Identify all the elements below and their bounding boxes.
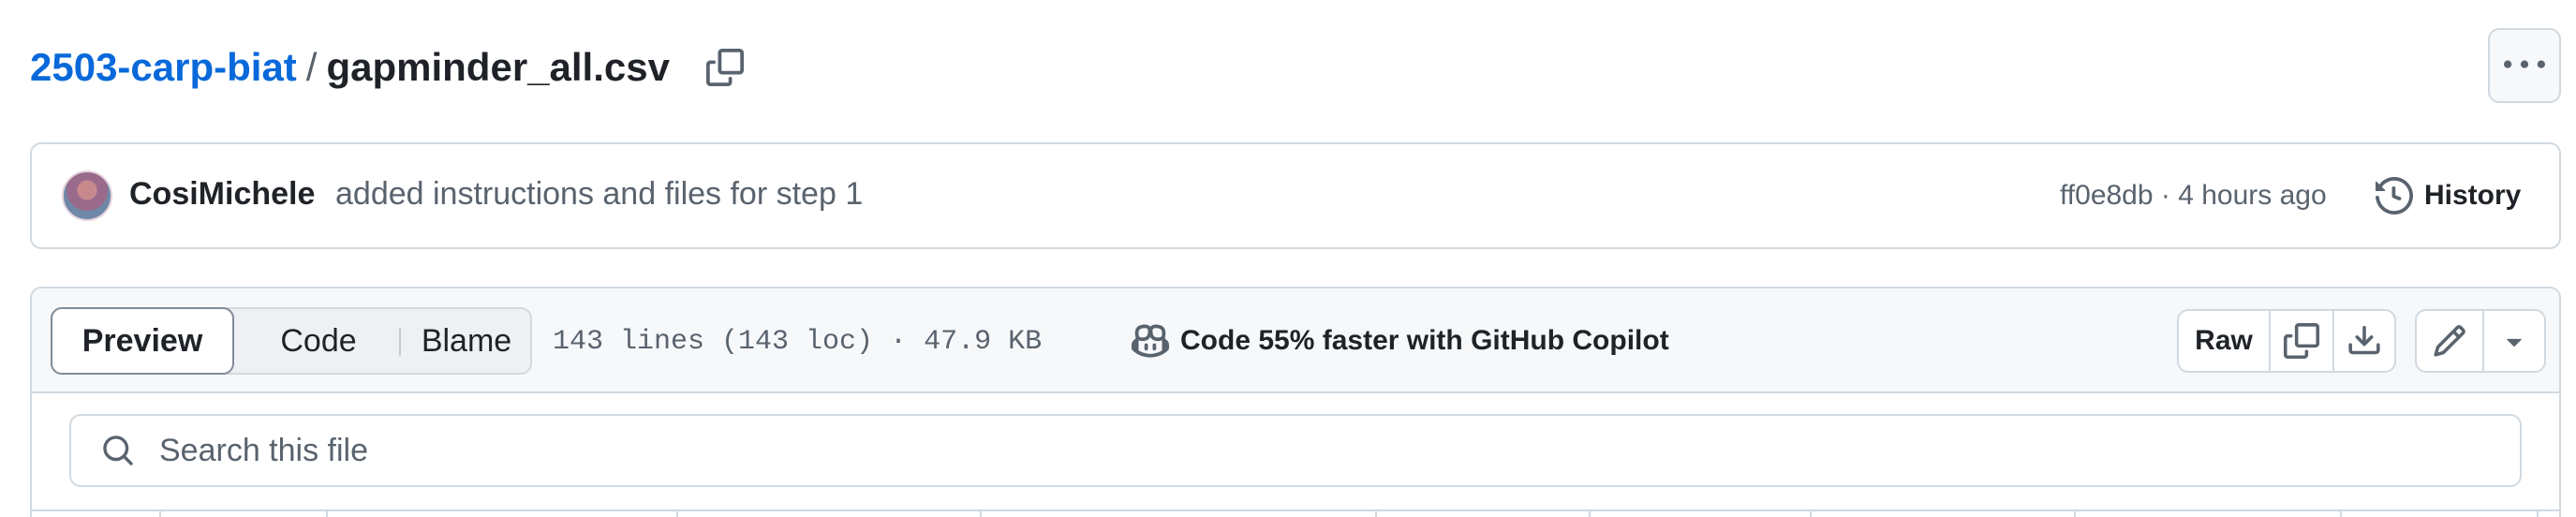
view-mode-segmented-control: Preview Code Blame	[51, 307, 532, 375]
table-header-cell	[2342, 511, 2539, 517]
history-label: History	[2424, 180, 2522, 211]
edit-file-button[interactable]	[2417, 311, 2484, 371]
edit-menu-button[interactable]	[2484, 311, 2544, 371]
copilot-icon	[1132, 324, 1169, 358]
commit-hash-and-time[interactable]: ff0e8db · 4 hours ago	[2060, 180, 2327, 212]
latest-commit-box: CosiMichele added instructions and files…	[30, 142, 2561, 249]
raw-button[interactable]: Raw	[2179, 311, 2271, 371]
tab-preview[interactable]: Preview	[51, 307, 234, 375]
copy-raw-button[interactable]	[2271, 311, 2332, 371]
segment-divider	[399, 328, 401, 356]
download-raw-button[interactable]	[2332, 311, 2394, 371]
table-header-cell	[2076, 511, 2342, 517]
copy-path-button[interactable]	[702, 44, 748, 91]
table-header-cell	[1591, 511, 1812, 517]
table-header-cell	[678, 511, 982, 517]
csv-table-header	[32, 510, 2559, 517]
file-actions-group: Raw	[2177, 309, 2396, 373]
commit-message-link[interactable]: added instructions and files for step 1	[335, 176, 863, 213]
commit-author-link[interactable]: CosiMichele	[129, 176, 315, 213]
more-options-button[interactable]	[2488, 28, 2561, 103]
breadcrumb-separator: /	[305, 45, 318, 89]
file-size-info: 143 lines (143 loc) · 47.9 KB	[553, 326, 1043, 358]
table-header-cell	[161, 511, 328, 517]
file-viewer: Preview Code Blame 143 lines (143 loc) ·…	[30, 287, 2561, 517]
triangle-down-icon	[2507, 338, 2522, 347]
history-button[interactable]: History	[2376, 165, 2521, 227]
file-header: Preview Code Blame 143 lines (143 loc) ·…	[32, 288, 2559, 393]
copy-icon	[2284, 323, 2319, 359]
tab-code[interactable]: Code	[244, 309, 393, 373]
copilot-promo-label: Code 55% faster with GitHub Copilot	[1180, 325, 1669, 356]
pencil-icon	[2434, 325, 2465, 357]
search-box	[69, 414, 2522, 487]
table-header-cell	[1377, 511, 1591, 517]
tab-blame[interactable]: Blame	[405, 309, 528, 373]
table-header-cell	[32, 511, 161, 517]
download-icon	[2348, 325, 2380, 355]
search-input[interactable]	[159, 422, 2407, 479]
copilot-promo-link[interactable]: Code 55% faster with GitHub Copilot	[1132, 315, 1669, 367]
search-icon	[99, 432, 137, 469]
history-icon	[2376, 177, 2413, 214]
copy-icon	[705, 49, 744, 86]
table-header-cell	[982, 511, 1377, 517]
breadcrumb: 2503-carp-biat / gapminder_all.csv	[30, 37, 748, 97]
breadcrumb-repo-link[interactable]: 2503-carp-biat	[30, 45, 297, 90]
table-header-cell	[1812, 511, 2076, 517]
edit-actions-group	[2415, 309, 2546, 373]
avatar[interactable]	[62, 170, 112, 221]
kebab-horizontal-icon	[2504, 60, 2545, 68]
breadcrumb-file-name: gapminder_all.csv	[326, 45, 670, 89]
table-header-cell	[328, 511, 678, 517]
